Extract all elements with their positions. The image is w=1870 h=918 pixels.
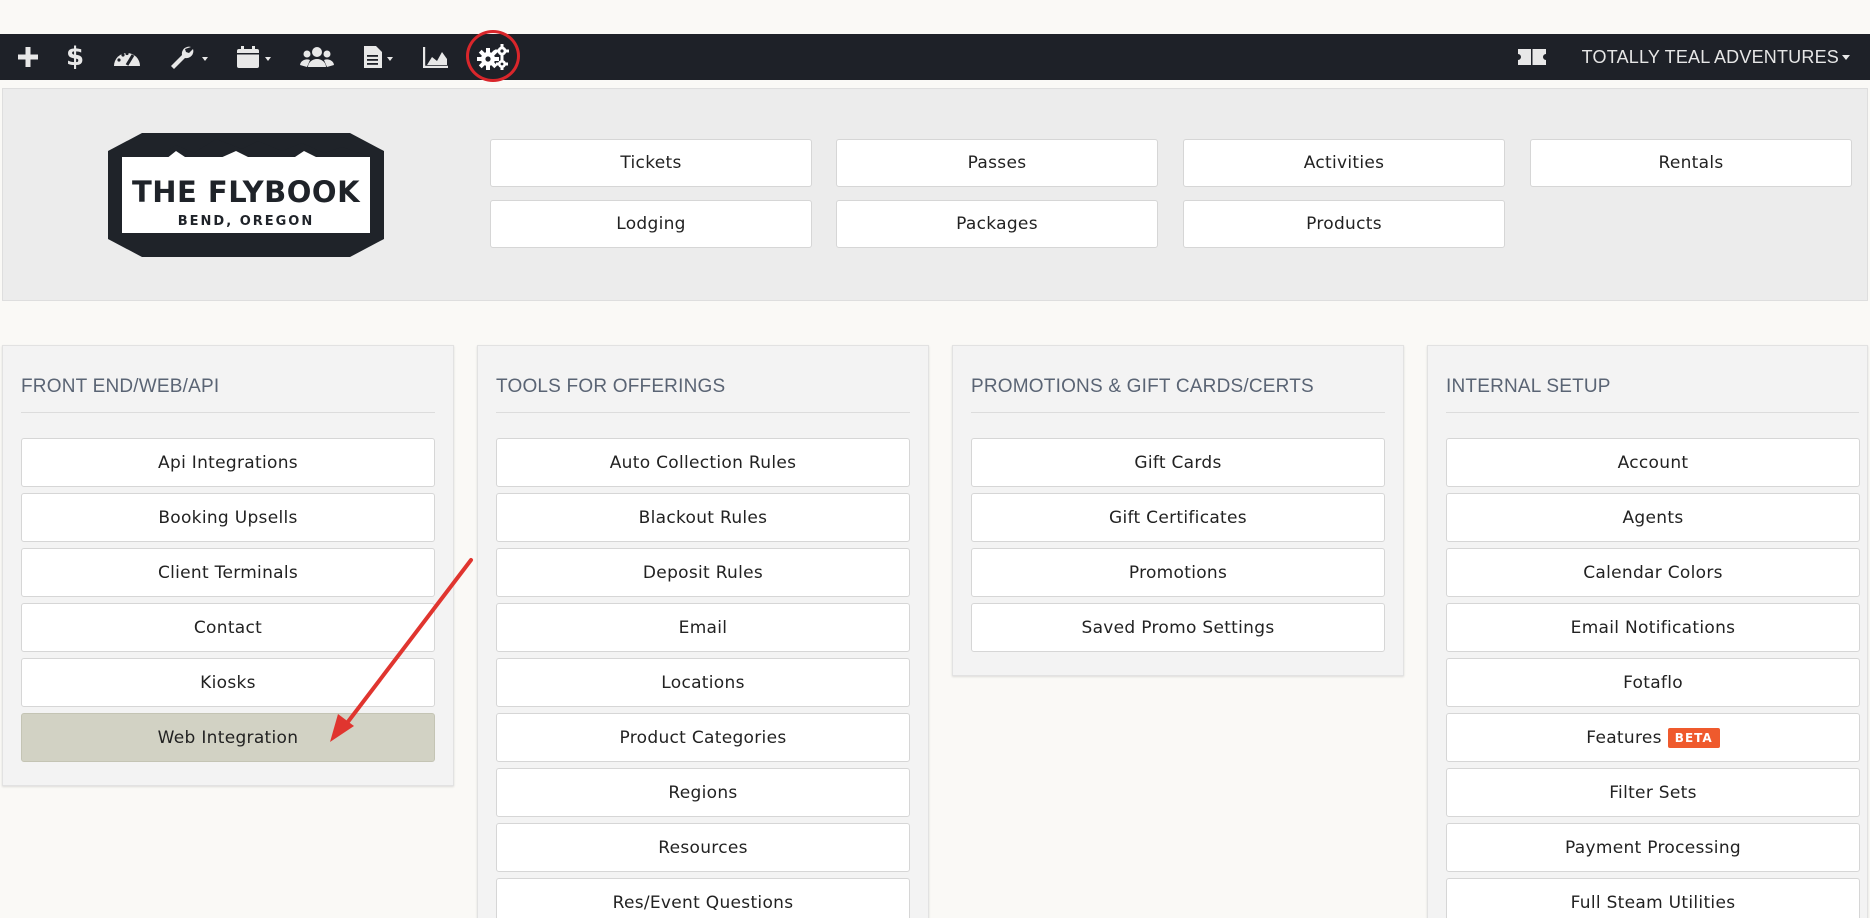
auto-collection-rules-button[interactable]: Auto Collection Rules [496,438,910,487]
web-integration-button[interactable]: Web Integration [21,713,435,762]
panel-title: TOOLS FOR OFFERINGS [496,376,726,397]
product-categories-button[interactable]: Product Categories [496,713,910,762]
flybook-logo: THE FLYBOOK BEND, OREGON [106,129,386,261]
resources-button[interactable]: Resources [496,823,910,872]
panel-internal-setup: INTERNAL SETUP Account Agents Calendar C… [1427,345,1868,918]
blackout-rules-button[interactable]: Blackout Rules [496,493,910,542]
offering-packages-button[interactable]: Packages [836,200,1158,248]
promotions-button[interactable]: Promotions [971,548,1385,597]
deposit-rules-button[interactable]: Deposit Rules [496,548,910,597]
res-event-questions-button[interactable]: Res/Event Questions [496,878,910,918]
regions-button[interactable]: Regions [496,768,910,817]
features-button[interactable]: Features BETA [1446,713,1860,762]
calendar-icon[interactable] [234,34,262,80]
beta-badge: BETA [1667,727,1720,748]
offering-activities-button[interactable]: Activities [1183,139,1505,187]
plus-icon[interactable] [14,34,42,80]
account-button[interactable]: Account [1446,438,1860,487]
document-dropdown-caret [387,57,393,61]
ticket-icon[interactable] [1516,34,1548,80]
panel-divider [496,412,910,413]
company-name: TOTALLY TEAL ADVENTURES [1581,46,1839,67]
panel-tools-for-offerings: TOOLS FOR OFFERINGS Auto Collection Rule… [477,345,929,918]
settings-highlight-ring [466,30,520,82]
gift-certificates-button[interactable]: Gift Certificates [971,493,1385,542]
panel-title: INTERNAL SETUP [1446,376,1611,397]
client-terminals-button[interactable]: Client Terminals [21,548,435,597]
logo-subtitle: BEND, OREGON [177,214,315,229]
panel-divider [1446,412,1859,413]
wrench-dropdown-caret [202,57,208,61]
filter-sets-button[interactable]: Filter Sets [1446,768,1860,817]
offering-tickets-button[interactable]: Tickets [490,139,812,187]
kiosks-button[interactable]: Kiosks [21,658,435,707]
fotaflo-button[interactable]: Fotaflo [1446,658,1860,707]
agents-button[interactable]: Agents [1446,493,1860,542]
full-steam-utilities-button[interactable]: Full Steam Utilities [1446,878,1860,918]
booking-upsells-button[interactable]: Booking Upsells [21,493,435,542]
features-label: Features [1586,727,1662,748]
saved-promo-settings-button[interactable]: Saved Promo Settings [971,603,1385,652]
contact-button[interactable]: Contact [21,603,435,652]
offering-products-button[interactable]: Products [1183,200,1505,248]
company-dropdown-caret [1842,54,1850,60]
wrench-icon[interactable] [168,34,196,80]
api-integrations-button[interactable]: Api Integrations [21,438,435,487]
calendar-colors-button[interactable]: Calendar Colors [1446,548,1860,597]
calendar-dropdown-caret [265,57,271,61]
panel-promotions-gift-cards: PROMOTIONS & GIFT CARDS/CERTS Gift Cards… [952,345,1404,676]
panel-title: FRONT END/WEB/API [21,376,220,397]
panel-title: PROMOTIONS & GIFT CARDS/CERTS [971,376,1314,397]
locations-button[interactable]: Locations [496,658,910,707]
panel-divider [971,412,1385,413]
document-icon[interactable] [362,34,384,80]
company-dropdown[interactable]: TOTALLY TEAL ADVENTURES [1582,34,1850,80]
logo-title: THE FLYBOOK [131,175,361,209]
offering-passes-button[interactable]: Passes [836,139,1158,187]
offering-rentals-button[interactable]: Rentals [1530,139,1852,187]
panel-front-end-web-api: FRONT END/WEB/API Api Integrations Booki… [2,345,454,786]
users-icon[interactable] [300,34,334,80]
panel-divider [21,412,435,413]
offering-lodging-button[interactable]: Lodging [490,200,812,248]
area-chart-icon[interactable] [422,34,450,80]
email-button[interactable]: Email [496,603,910,652]
dashboard-icon[interactable] [110,34,144,80]
email-notifications-button[interactable]: Email Notifications [1446,603,1860,652]
gift-cards-button[interactable]: Gift Cards [971,438,1385,487]
dollar-icon[interactable]: $ [64,34,86,80]
payment-processing-button[interactable]: Payment Processing [1446,823,1860,872]
